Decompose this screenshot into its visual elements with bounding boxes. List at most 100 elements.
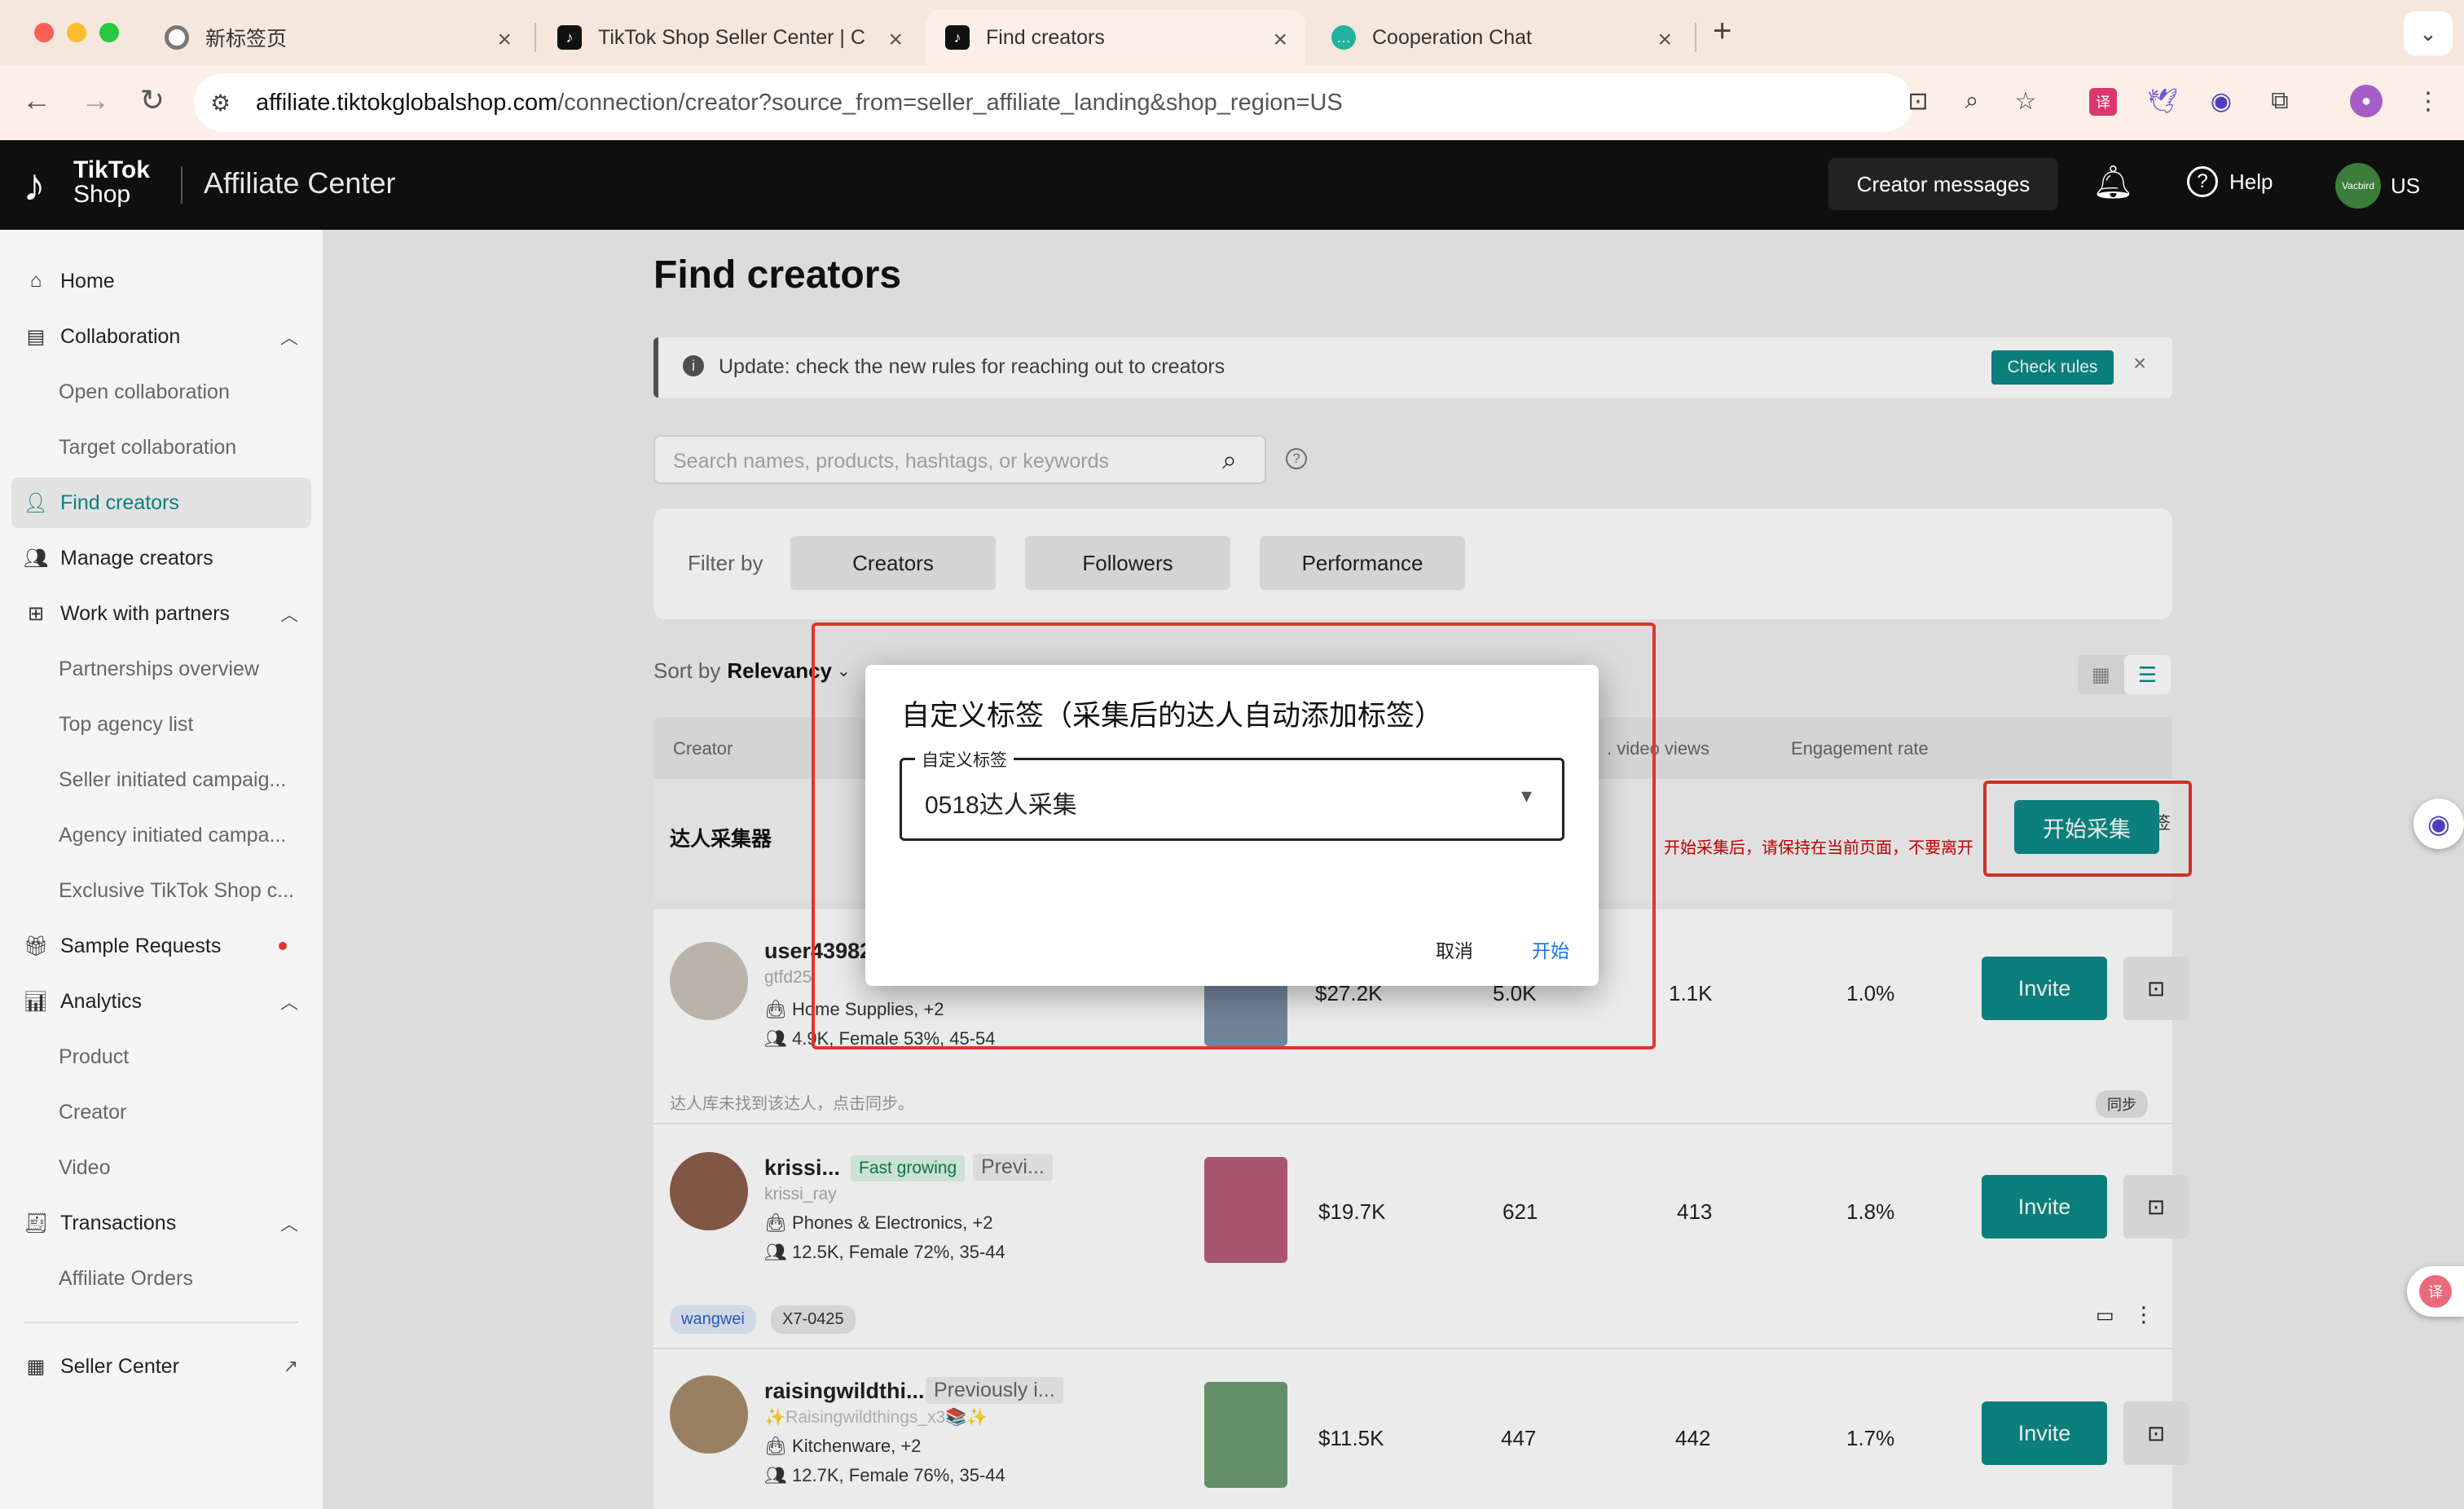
- sidebar-item-label: Home: [60, 269, 115, 293]
- chrome-icon: [165, 25, 189, 50]
- chevron-up-icon: ︿: [279, 605, 298, 625]
- forward-icon[interactable]: →: [75, 83, 116, 117]
- sidebar-item-top-agency[interactable]: Top agency list: [59, 699, 311, 750]
- sidebar-item-sample-requests[interactable]: 🎁︎ Sample Requests: [24, 921, 310, 971]
- avatar: Vacbird: [2335, 163, 2381, 209]
- help-button[interactable]: ? Help: [2187, 166, 2273, 197]
- browser-tab[interactable]: … Cooperation Chat ×: [1312, 10, 1690, 65]
- sidebar-item-label: Affiliate Orders: [59, 1266, 193, 1290]
- tiktok-icon: ♪: [945, 25, 970, 50]
- sidebar-item-affiliate-orders[interactable]: Affiliate Orders: [59, 1253, 311, 1304]
- sidebar-item-label: Transactions: [60, 1211, 177, 1234]
- notification-bell-icon[interactable]: 🔔︎: [2092, 163, 2134, 201]
- custom-tag-field[interactable]: 自定义标签 0518达人采集 ▾: [900, 747, 1564, 841]
- site-info-icon[interactable]: ⚙: [210, 90, 231, 117]
- extensions-puzzle-icon[interactable]: ⧉: [2264, 85, 2296, 117]
- tab-search-dropdown-icon[interactable]: ⌄: [2404, 11, 2453, 55]
- sidebar-item-label: Creator: [59, 1100, 127, 1124]
- sidebar-item-label: Collaboration: [60, 324, 181, 348]
- sidebar-item-target-collaboration[interactable]: Target collaboration: [59, 422, 311, 473]
- profile-avatar-icon[interactable]: ●: [2350, 85, 2383, 117]
- chevron-up-icon: ︿: [279, 328, 298, 348]
- reload-icon[interactable]: ↻: [132, 83, 173, 117]
- sidebar-item-open-collaboration[interactable]: Open collaboration: [59, 367, 311, 417]
- chat-icon: …: [1331, 25, 1356, 50]
- creator-messages-button[interactable]: Creator messages: [1828, 158, 2058, 210]
- back-icon[interactable]: ←: [16, 83, 57, 117]
- bird-extension-icon[interactable]: 🕊: [2146, 85, 2179, 117]
- tab-title: Find creators: [986, 25, 1105, 49]
- bar-chart-icon: 📊︎: [23, 990, 49, 1013]
- tab-title: 新标签页: [205, 28, 288, 51]
- sidebar-item-seller-campaign[interactable]: Seller initiated campaig...: [59, 754, 311, 805]
- notification-dot: [279, 942, 287, 950]
- close-tab-icon[interactable]: ×: [1657, 26, 1672, 54]
- zoom-icon[interactable]: ⌕: [1956, 85, 1988, 117]
- sidebar-item-analytics[interactable]: 📊︎ Analytics ︿: [24, 976, 310, 1027]
- home-icon: ⌂: [29, 270, 42, 292]
- url-host: affiliate.tiktokglobalshop.com: [256, 90, 558, 116]
- dropdown-arrow-icon[interactable]: ▾: [1521, 783, 1532, 808]
- tiktok-icon: ♪: [557, 25, 582, 50]
- sidebar-item-agency-campaign[interactable]: Agency initiated campa...: [59, 810, 311, 860]
- browser-menu-icon[interactable]: ⋮: [2412, 85, 2444, 117]
- sidebar-item-find-creators[interactable]: 👤︎ Find creators: [11, 477, 311, 528]
- close-tab-icon[interactable]: ×: [1273, 26, 1287, 54]
- sidebar-item-label: Exclusive TikTok Shop c...: [59, 878, 295, 902]
- sidebar-item-exclusive[interactable]: Exclusive TikTok Shop c...: [59, 865, 311, 916]
- maximize-window-button[interactable]: [99, 23, 119, 42]
- custom-tag-dialog: 自定义标签（采集后的达人自动添加标签） 自定义标签 0518达人采集 ▾ 取消 …: [865, 665, 1599, 986]
- translate-floating-icon[interactable]: 译: [2407, 1266, 2464, 1317]
- sidebar-item-label: Top agency list: [59, 712, 194, 736]
- divider: [24, 1322, 298, 1323]
- sidebar-item-transactions[interactable]: 🧾︎ Transactions ︿: [24, 1198, 310, 1248]
- sidebar-item-collaboration[interactable]: ▤ Collaboration ︿: [24, 311, 310, 362]
- partners-icon: ⊞: [27, 602, 45, 625]
- account-menu[interactable]: Vacbird US: [2335, 163, 2420, 209]
- sidebar-item-partnerships-overview[interactable]: Partnerships overview: [59, 644, 311, 694]
- bookmark-star-icon[interactable]: ☆: [2009, 85, 2042, 117]
- sidebar-item-label: Agency initiated campa...: [59, 823, 287, 847]
- close-tab-icon[interactable]: ×: [888, 26, 903, 54]
- tiktok-shop-logo[interactable]: TikTok Shop: [73, 158, 150, 207]
- sidebar-item-label: Open collaboration: [59, 380, 230, 403]
- chevron-up-icon: ︿: [279, 992, 298, 1013]
- help-icon: ?: [2187, 166, 2218, 197]
- new-tab-button[interactable]: +: [1713, 13, 1731, 50]
- chevron-up-icon: ︿: [279, 1214, 298, 1234]
- field-value: 0518达人采集: [925, 792, 1077, 819]
- install-app-icon[interactable]: ⊡: [1902, 85, 1934, 117]
- browser-tab[interactable]: 新标签页 ×: [145, 10, 530, 65]
- start-button[interactable]: 开始: [1532, 935, 1569, 963]
- help-label: Help: [2229, 169, 2273, 194]
- octopus-extension-icon[interactable]: ◉: [2205, 85, 2237, 117]
- cancel-button[interactable]: 取消: [1436, 935, 1473, 963]
- field-label: 自定义标签: [915, 747, 1014, 772]
- sidebar-item-label: Video: [59, 1155, 111, 1179]
- tiktok-logo-icon: ♪: [23, 159, 46, 210]
- minimize-window-button[interactable]: [67, 23, 86, 42]
- region-label: US: [2391, 173, 2421, 198]
- sidebar-item-work-with-partners[interactable]: ⊞ Work with partners ︿: [24, 588, 310, 639]
- tab-title: TikTok Shop Seller Center | C: [598, 25, 865, 49]
- translate-extension-icon[interactable]: 译: [2089, 88, 2117, 116]
- sidebar-item-label: Target collaboration: [59, 435, 237, 459]
- sidebar-item-label: Seller Center: [60, 1354, 179, 1378]
- sidebar-item-home[interactable]: ⌂ Home: [24, 256, 310, 306]
- url-text[interactable]: affiliate.tiktokglobalshop.com/connectio…: [256, 90, 1343, 117]
- user-search-icon: 👤︎: [23, 491, 49, 514]
- receipt-icon: 🧾︎: [23, 1212, 49, 1234]
- sidebar-item-product[interactable]: Product: [59, 1032, 311, 1082]
- close-window-button[interactable]: [34, 23, 54, 42]
- octopus-floating-icon[interactable]: ◉: [2413, 798, 2464, 849]
- sidebar-item-seller-center[interactable]: ▦ Seller Center ↗: [24, 1341, 310, 1392]
- sidebar-item-creator[interactable]: Creator: [59, 1087, 311, 1137]
- app-title: Affiliate Center: [204, 166, 396, 200]
- close-tab-icon[interactable]: ×: [497, 26, 512, 54]
- browser-tab[interactable]: ♪ TikTok Shop Seller Center | C ×: [538, 10, 921, 65]
- store-icon: ▦: [26, 1355, 46, 1378]
- sidebar-item-manage-creators[interactable]: 👥︎ Manage creators: [24, 533, 310, 583]
- sidebar-item-video[interactable]: Video: [59, 1142, 311, 1193]
- logo-text: TikTok: [73, 156, 150, 183]
- browser-tab-active[interactable]: ♪ Find creators ×: [926, 10, 1305, 65]
